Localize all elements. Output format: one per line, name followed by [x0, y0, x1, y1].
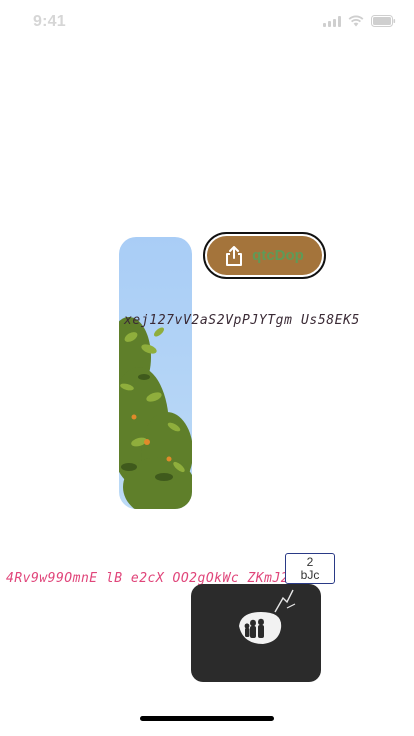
signal-icon [323, 16, 341, 27]
share-button-label: qtcDop [252, 247, 304, 264]
share-button[interactable]: qtcDop [203, 232, 326, 279]
status-bar: 9:41 [0, 0, 414, 44]
tree-photo [119, 237, 192, 509]
home-indicator[interactable] [140, 716, 274, 721]
status-time: 9:41 [33, 13, 66, 30]
count-badge: 2 bJc [285, 553, 335, 584]
badge-count: 2 [306, 554, 314, 569]
share-icon [226, 245, 243, 266]
battery-icon [371, 15, 396, 27]
dark-media-card[interactable] [191, 584, 321, 682]
badge-label: bJc [300, 567, 320, 582]
share-button-body: qtcDop [207, 236, 322, 275]
text-line-1: xej127vV2aS2VpPJYTgm Us58EK5 [124, 313, 360, 328]
wifi-icon [348, 15, 364, 27]
status-icons [323, 15, 396, 27]
